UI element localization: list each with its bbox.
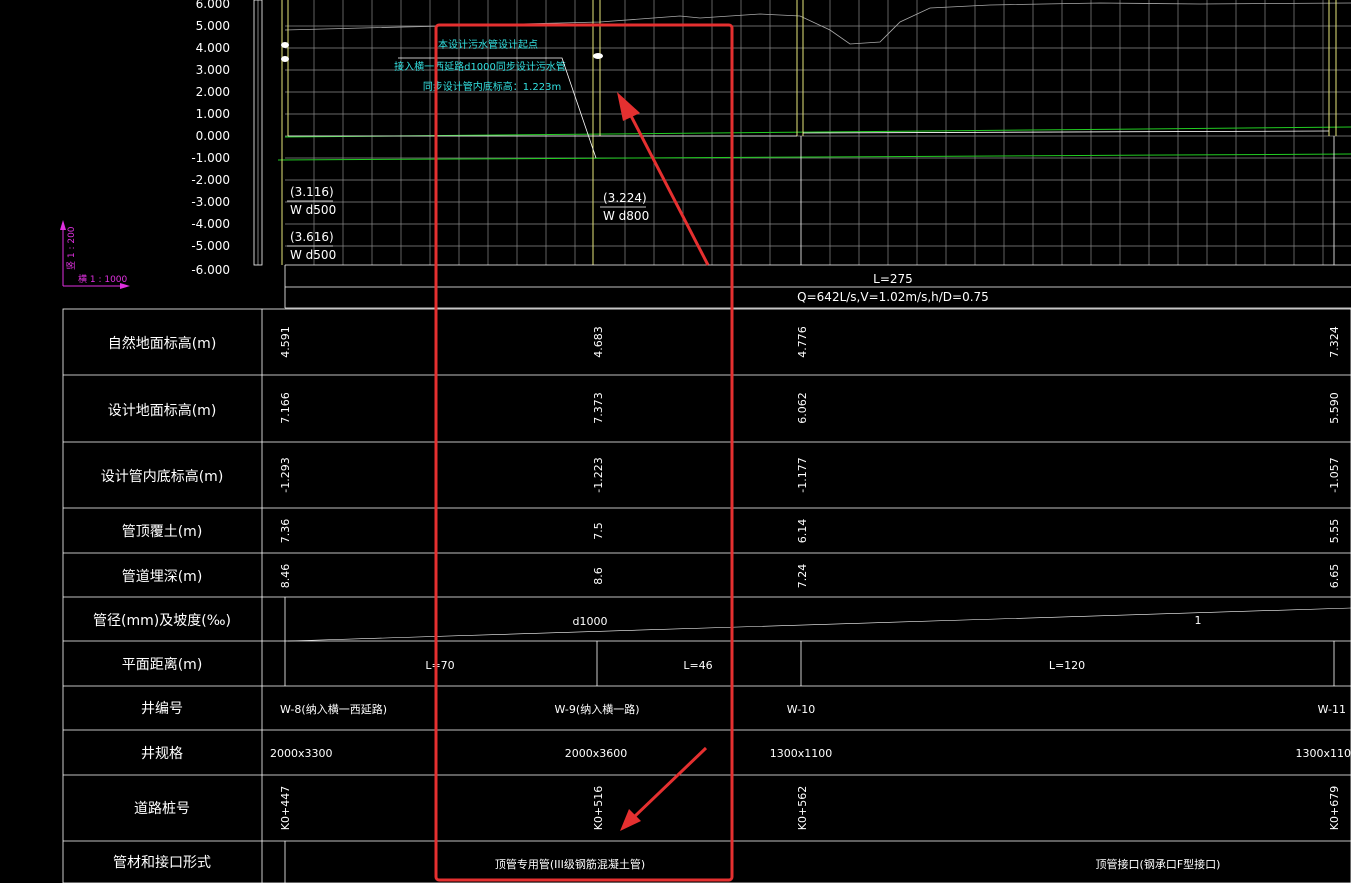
elev-tick: -4.000 [191,217,230,231]
row-label-diameter: 管径(mm)及坡度(‰) [93,613,231,629]
row-label-depth: 管道埋深(m) [122,569,203,585]
elev-tick: 2.000 [196,85,230,99]
cell-value: 7.36 [279,519,292,544]
pipe-b-spec: W d500 [290,248,336,262]
well-spec-value: 2000x3600 [565,747,628,760]
annotation-line-3: 同步设计管内底标高：1.223m [423,80,561,93]
pipe-top-line [284,126,1351,138]
annotation-line-1: 本设计污水管设计起点 [438,38,538,51]
row-label-design-ground: 设计地面标高(m) [108,402,217,419]
cell-value: 4.683 [592,326,605,358]
arrow-up-icon [617,92,710,266]
data-table-grid [62,308,1351,883]
cell-value: 8.6 [592,567,605,585]
elev-tick: 5.000 [196,19,230,33]
cell-value: -1.223 [592,457,605,492]
scale-indicator: 竖 1 : 200 横 1 : 1000 [60,220,130,289]
cell-value: -1.177 [796,457,809,492]
cell-value: 6.65 [1328,564,1341,589]
cell-value: 4.776 [796,326,809,358]
horizontal-scale-label: 横 1 : 1000 [78,273,128,285]
profile-drawing-canvas[interactable]: 6.000 5.000 4.000 3.000 2.000 1.000 0.00… [0,0,1351,883]
elev-tick: -6.000 [191,263,230,277]
elev-tick: -5.000 [191,239,230,253]
cell-value: 5.55 [1328,519,1341,544]
well-id-value: W-11 [1318,703,1346,716]
elev-tick: -2.000 [191,173,230,187]
cell-value: 5.590 [1328,392,1341,424]
design-start-annotation: 本设计污水管设计起点 接入横一西延路d1000同步设计污水管 同步设计管内底标高… [394,38,597,159]
cell-value: 8.46 [279,564,292,589]
well-id-value: W-10 [787,703,815,716]
joint-value: 顶管接口(钢承口F型接口) [1096,857,1221,871]
segment-flow: Q=642L/s,V=1.02m/s,h/D=0.75 [797,290,989,304]
pipe-a-elevation: (3.116) [290,185,334,199]
row-label-natural-ground: 自然地面标高(m) [108,335,217,352]
well-spec-value: 1300x1100 [770,747,833,760]
elev-tick: 1.000 [196,107,230,121]
elev-tick: 6.000 [196,0,230,11]
row-labels: 自然地面标高(m) 设计地面标高(m) 设计管内底标高(m) 管顶覆土(m) 管… [93,335,231,871]
row-label-cover: 管顶覆土(m) [122,524,203,540]
cell-value: 4.591 [279,326,292,358]
cell-value: 7.373 [592,392,605,424]
pipe-c-elevation: (3.224) [603,191,647,205]
manhole-marker [281,42,289,48]
station-value: K0+679 [1328,786,1341,830]
segment-length: L=275 [873,272,913,286]
pipe-invert-line [277,153,1351,161]
elev-tick: 3.000 [196,63,230,77]
station-value: K0+447 [279,786,292,830]
row-label-well-id: 井编号 [141,701,183,717]
station-value: K0+516 [592,786,605,830]
material-value: 顶管专用管(III级钢筋混凝土管) [495,857,645,871]
well-spec-value: 2000x3300 [270,747,333,760]
cell-value: 7.5 [592,522,605,540]
distance-value: L=70 [425,659,454,672]
cell-value: 6.14 [796,519,809,544]
horizontal-values: d1000 1 L=70 L=46 L=120 W-8(纳入横一西延路) W-9… [270,614,1351,871]
annotation-line-2: 接入横一西延路d1000同步设计污水管 [394,60,566,73]
distance-value: L=120 [1049,659,1085,672]
distance-value: L=46 [683,659,712,672]
slope-value: 1 [1195,614,1202,627]
station-value: K0+562 [796,786,809,830]
row-label-material: 管材和接口形式 [113,854,211,871]
elev-tick: 0.000 [196,129,230,143]
row-label-well-spec: 井规格 [141,746,183,762]
well-id-value: W-8(纳入横一西延路) [280,702,387,716]
elev-tick: 4.000 [196,41,230,55]
elevation-ruler: 6.000 5.000 4.000 3.000 2.000 1.000 0.00… [191,0,263,277]
pipe-diameter-value: d1000 [573,615,608,628]
manhole-marker [281,56,289,62]
well-id-value: W-9(纳入横一路) [555,702,640,716]
cell-value: -1.293 [279,457,292,492]
row-label-distance: 平面距离(m) [122,656,203,673]
arrow-down-icon [620,746,708,831]
vertical-scale-label: 竖 1 : 200 [66,226,77,270]
well-spec-value: 1300x110 [1296,747,1351,760]
cell-value: 7.324 [1328,326,1341,358]
cell-value: -1.057 [1328,457,1341,492]
pipe-a-spec: W d500 [290,203,336,217]
elev-tick: -3.000 [191,195,230,209]
segment-info: L=275 Q=642L/s,V=1.02m/s,h/D=0.75 [284,264,1351,309]
cell-value: 6.062 [796,392,809,424]
pipe-b-elevation: (3.616) [290,230,334,244]
cell-value: 7.24 [796,564,809,589]
pipe-c-spec: W d800 [603,209,649,223]
row-label-invert: 设计管内底标高(m) [101,468,224,485]
pipe-labels: (3.116) W d500 (3.616) W d500 (3.224) W … [287,185,649,262]
manhole-marker [593,53,603,59]
row-label-station: 道路桩号 [134,800,190,817]
elev-tick: -1.000 [191,151,230,165]
cell-value: 7.166 [279,392,292,424]
